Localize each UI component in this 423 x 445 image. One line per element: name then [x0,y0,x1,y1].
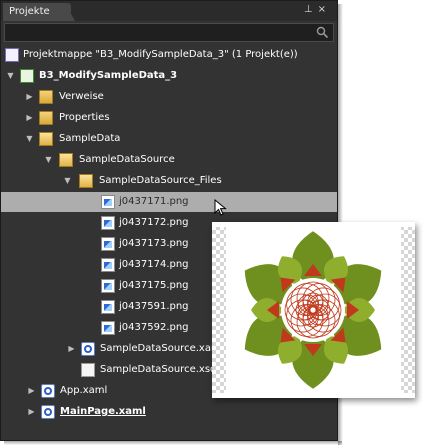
tab-projekte[interactable]: Projekte [3,3,71,21]
tree-item-label: j0437171.png [119,196,189,207]
image-file-icon [101,300,115,314]
folder-open-icon [79,174,93,188]
tree-item-label: Verweise [59,91,104,102]
xaml-file-icon [41,405,55,419]
tree-item-verweise[interactable]: ▶ Verweise [1,87,337,107]
solution-icon [5,48,19,62]
tree-item-sampledatasource-files[interactable]: ▼ SampleDataSource_Files [1,171,337,191]
mouse-cursor-icon [214,199,227,216]
tree-item-label: j0437173.png [119,238,189,249]
search-icon[interactable] [316,26,329,39]
folder-icon [39,90,53,104]
panel-titlebar: Projekte ⊥× [1,1,337,21]
tree-item-label: Properties [59,112,110,123]
tree-item-label: App.xaml [60,385,108,396]
tree-item-mainpage-xaml[interactable]: ▶ MainPage.xaml [1,402,337,422]
tree-item-label: MainPage.xaml [60,406,146,417]
tree-item-properties[interactable]: ▶ Properties [1,108,337,128]
folder-open-icon [59,153,73,167]
expanded-arrow-icon[interactable]: ▼ [63,171,72,191]
image-file-icon [101,237,115,251]
tree-item-project[interactable]: ▼ B3_ModifySampleData_3 [1,66,337,86]
image-preview [212,227,415,393]
tree-item-label: Projektmappe "B3_ModifySampleData_3" (1 … [23,49,298,60]
tree-item-label: SampleData [59,133,121,144]
image-file-icon [101,195,115,209]
tree-item-label: j0437175.png [119,280,189,291]
tree-item-sampledata[interactable]: ▼ SampleData [1,129,337,149]
tree-item-label: SampleDataSource.xaml [100,343,224,354]
tree-item-label: j0437592.png [119,322,189,333]
expanded-arrow-icon[interactable]: ▼ [44,150,53,170]
image-file-icon [101,258,115,272]
image-file-icon [101,216,115,230]
expanded-arrow-icon[interactable]: ▼ [25,129,34,149]
tree-item-sampledatasource[interactable]: ▼ SampleDataSource [1,150,337,170]
collapsed-arrow-icon[interactable]: ▶ [25,108,34,128]
collapsed-arrow-icon[interactable]: ▶ [27,381,36,401]
folder-icon [39,111,53,125]
pin-icon[interactable]: ⊥ [304,4,318,15]
tree-item-label: SampleDataSource [79,154,175,165]
tree-item-j0437171[interactable]: j0437171.png [1,192,337,212]
transparency-strip-left [212,227,226,393]
close-icon[interactable]: × [318,4,331,15]
tab-corner [65,3,75,21]
image-preview-tooltip [212,222,415,398]
panel-shadow-bottom [4,441,342,445]
titlebar-controls: ⊥× [304,4,331,15]
xaml-file-icon [41,384,55,398]
transparency-strip-right [401,227,415,393]
collapsed-arrow-icon[interactable]: ▶ [27,402,36,422]
tree-item-label: SampleDataSource.xsd [100,364,217,375]
image-file-icon [101,321,115,335]
document-icon [81,363,95,377]
image-file-icon [101,279,115,293]
collapsed-arrow-icon[interactable]: ▶ [25,87,34,107]
tree-item-label: j0437591.png [119,301,189,312]
search-input[interactable] [4,23,334,42]
expanded-arrow-icon[interactable]: ▼ [6,66,15,86]
xaml-file-icon [81,342,95,356]
tree-item-label: j0437172.png [119,217,189,228]
project-icon [20,69,34,83]
collapsed-arrow-icon[interactable]: ▶ [67,339,76,359]
tree-item-label: SampleDataSource_Files [99,175,222,186]
tree-item-label: B3_ModifySampleData_3 [39,70,178,81]
folder-open-icon [39,132,53,146]
tab-label: Projekte [9,6,50,17]
tree-item-label: j0437174.png [119,259,189,270]
flower-graphic [242,228,384,392]
tree-item-solution[interactable]: Projektmappe "B3_ModifySampleData_3" (1 … [1,45,337,65]
